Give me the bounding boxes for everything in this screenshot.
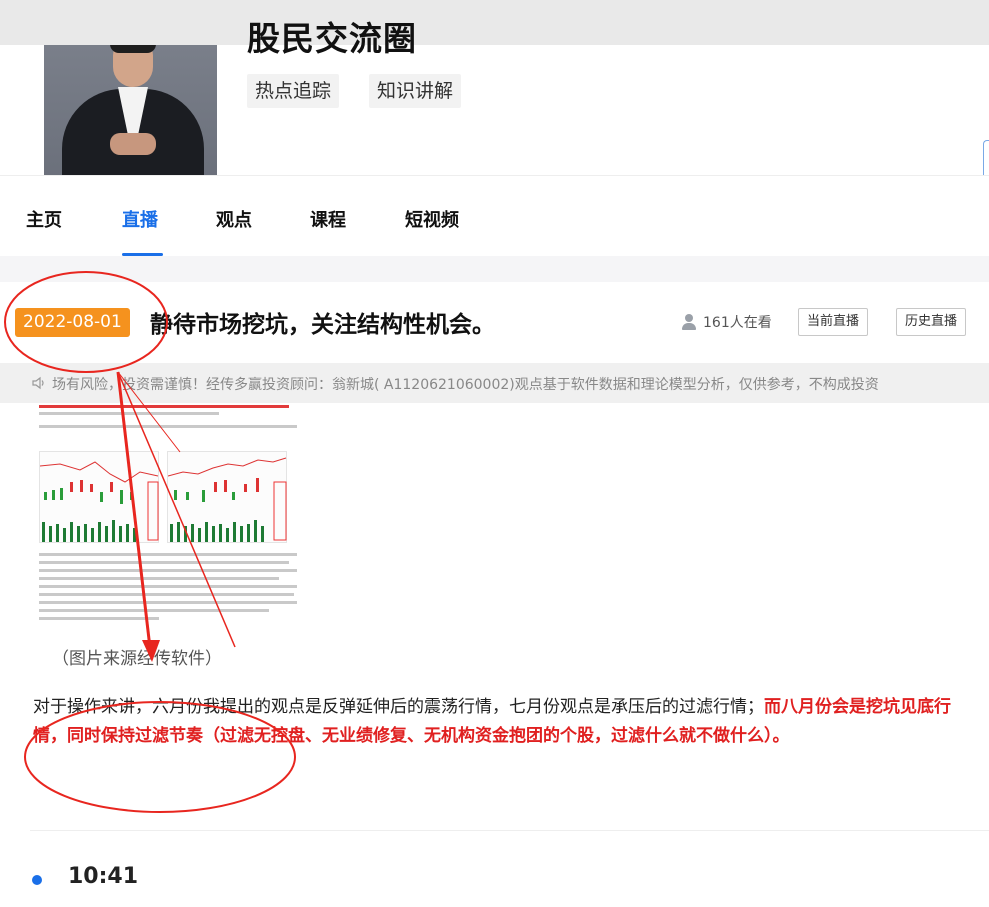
avatar[interactable] <box>44 45 217 186</box>
live-date-badge: 2022-08-01 <box>15 308 130 337</box>
tab-bar: 主页 直播 观点 课程 短视频 <box>0 176 989 256</box>
live-title: 静待市场挖坑，关注结构性机会。 <box>150 312 495 338</box>
tab-courses[interactable]: 课程 <box>310 206 346 232</box>
section-gap <box>0 256 989 282</box>
speaker-icon <box>32 376 44 390</box>
viewer-count: 161人在看 <box>681 312 772 332</box>
risk-notice-bar: 场有风险，投资需谨慎！经传多赢投资顾问：翁新城( A1120621060002)… <box>0 363 989 403</box>
paragraph-text: 对于操作来讲，六月份我提出的观点是反弹延伸后的震荡行情，七月份观点是承压后的过滤… <box>33 697 764 717</box>
history-live-button[interactable]: 历史直播 <box>896 308 967 336</box>
top-band <box>0 0 989 45</box>
current-live-button[interactable]: 当前直播 <box>798 308 869 336</box>
tag-knowledge[interactable]: 知识讲解 <box>369 74 462 108</box>
chart-panel-right <box>167 451 287 543</box>
timeline-time: 10:41 <box>68 864 139 889</box>
viewer-count-text: 161人在看 <box>703 315 772 331</box>
tab-short-video[interactable]: 短视频 <box>405 206 459 232</box>
tab-live[interactable]: 直播 <box>122 206 158 232</box>
group-header <box>0 45 989 192</box>
tab-home[interactable]: 主页 <box>26 206 62 232</box>
group-title: 股民交流圈 <box>247 19 417 58</box>
post-image[interactable] <box>37 403 302 625</box>
chart-panel-left <box>39 451 159 543</box>
image-caption: （图片来源经传软件） <box>52 649 222 669</box>
post-paragraph: 对于操作来讲，六月份我提出的观点是反弹延伸后的震荡行情，七月份观点是承压后的过滤… <box>33 693 978 751</box>
tab-opinions[interactable]: 观点 <box>216 206 252 232</box>
risk-notice-text: 场有风险，投资需谨慎！经传多赢投资顾问：翁新城( A1120621060002)… <box>52 377 879 393</box>
user-icon <box>681 314 697 330</box>
timeline-dot <box>32 875 42 885</box>
divider <box>30 830 989 831</box>
tag-hot-tracking[interactable]: 热点追踪 <box>247 74 340 108</box>
